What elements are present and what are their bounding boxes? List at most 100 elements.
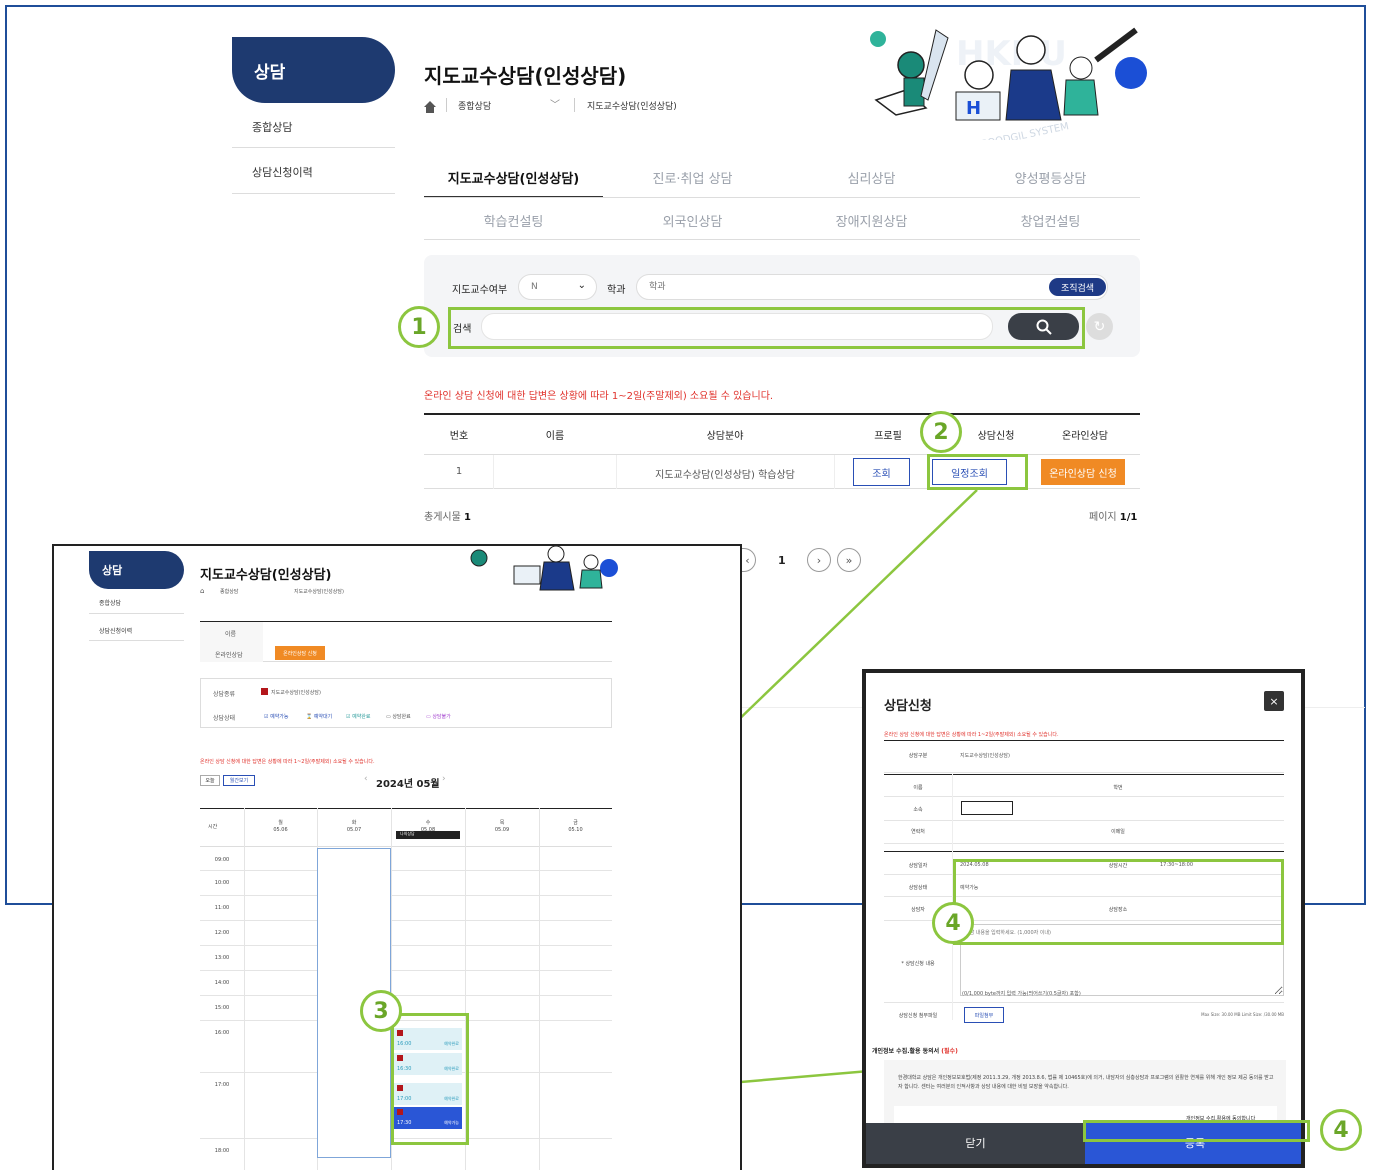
inset-sidebar-item[interactable]: 상담신청이력 xyxy=(99,626,132,635)
legend-unavailable: ▭ 상담불가 xyxy=(426,714,451,720)
calendar-row-line xyxy=(200,895,612,896)
calendar-time-header: 시간 xyxy=(208,824,218,830)
next-week-icon[interactable]: › xyxy=(442,774,446,784)
calendar-time-label: 09:00 xyxy=(214,857,230,863)
calendar-header-border xyxy=(200,846,612,847)
calendar-time-label: 18:00 xyxy=(214,1148,230,1154)
calendar-column-line xyxy=(244,808,245,1170)
inset-state-label: 상담상태 xyxy=(213,715,236,722)
privacy-title: 개인정보 수집.활용 동의서 (필수) xyxy=(872,1046,958,1055)
apply-modal: 상담신청 × 온라인 상담 신청에 대한 답변은 상황에 따라 1~2일(주말제… xyxy=(862,669,1305,1168)
calendar-time-label: 15:00 xyxy=(214,1005,230,1011)
legend-available: ☑ 예약가능 xyxy=(264,714,289,720)
form-row-line xyxy=(884,843,1284,844)
inset-info-table: 이름 온라인상담 온라인상담 신청 xyxy=(200,622,612,662)
legend-label: 예약가능 xyxy=(270,714,289,720)
form-row-line xyxy=(884,1002,1284,1003)
form-row-line xyxy=(884,851,1284,852)
legend-label: 예약대기 xyxy=(313,714,333,720)
calendar-row-line xyxy=(200,945,612,946)
modal-close-button[interactable]: 닫기 xyxy=(866,1123,1085,1164)
inset-kind-label: 상담종류 xyxy=(213,691,236,698)
highlight-box-4a xyxy=(953,859,1284,945)
inset-online-apply-button[interactable]: 온라인상담 신청 xyxy=(275,646,325,660)
legend-label: 예약완료 xyxy=(352,714,371,720)
legend-waiting: ⌛ 예약대기 xyxy=(306,714,333,720)
calendar-time-label: 17:00 xyxy=(214,1082,230,1088)
inset-page-title: 지도교수상담(인성상담) xyxy=(200,568,332,583)
type-label: 상담구분 xyxy=(908,753,928,759)
calendar-day-tag: 나의상담 xyxy=(396,831,460,839)
name-label: 이름 xyxy=(913,785,923,791)
legend-done: ▭ 상담완료 xyxy=(386,714,411,720)
modal-close-icon[interactable]: × xyxy=(1264,691,1284,711)
calendar-time-label: 14:00 xyxy=(214,980,230,986)
email-label: 이메일 xyxy=(1111,829,1125,835)
schedule-screen-inset: 상담 종합상담 상담신청이력 지도교수상담(인성상담) ⌂ 종합상담 지도교수상… xyxy=(52,544,742,1170)
legend-label: 상담불가 xyxy=(432,714,451,720)
form-row-line xyxy=(884,740,1284,741)
student-id-label: 학번 xyxy=(1113,785,1123,791)
inset-legend-box: 상담종류 지도교수상담(인성상담) 상담상태 ☑ 예약가능 ⌛ 예약대기 ☑ 예… xyxy=(200,678,612,728)
phone-label: 연락처 xyxy=(911,829,925,835)
legend-reserved: ☑ 예약완료 xyxy=(346,714,371,720)
step-marker-4b: 4 xyxy=(1320,1109,1362,1151)
calendar-day-header[interactable]: 금 05.10 xyxy=(539,820,612,833)
inset-sidebar-divider xyxy=(89,640,184,641)
kind-color-swatch xyxy=(261,688,268,695)
step-marker-3: 3 xyxy=(360,990,402,1032)
calendar-row-line xyxy=(200,920,612,921)
modal-notice: 온라인 상담 신청에 대한 답변은 상황에 따라 1~2일(주말제외) 소요될 … xyxy=(884,732,1059,738)
calendar-time-label: 12:00 xyxy=(214,930,230,936)
inset-name-label: 이름 xyxy=(225,631,237,638)
calendar-time-label: 10:00 xyxy=(214,880,230,886)
form-row-line xyxy=(884,796,1284,797)
file-label: 상담신청 첨부파일 xyxy=(898,1013,938,1019)
calendar-time-label: 11:00 xyxy=(214,905,230,911)
highlight-box-4b xyxy=(1083,1120,1310,1142)
calendar-day-header[interactable]: 목 05.09 xyxy=(465,820,539,833)
privacy-required: (필수) xyxy=(941,1048,958,1055)
inset-monthly-button[interactable]: 월간보기 xyxy=(223,775,255,786)
calendar-day-header[interactable]: 화 05.07 xyxy=(317,820,391,833)
content-counter: (0/1,000 byte까지 입력 가능(띄어쓰기(0.5글자) 포함) xyxy=(962,991,1081,997)
form-row-line xyxy=(884,772,1284,773)
inset-sidebar-item[interactable]: 종합상담 xyxy=(99,598,121,607)
calendar-time-label: 13:00 xyxy=(214,955,230,961)
inset-notice: 온라인 상담 신청에 대한 답변은 상황에 따라 1~2일(주말제외) 소요될 … xyxy=(200,759,375,765)
privacy-text: 한경대학교 상담은 개인정보보호법(제정 2011.3.29, 개정 2013.… xyxy=(898,1075,1274,1090)
form-row-line xyxy=(884,774,1284,775)
inset-month-label: 2024년 05월 xyxy=(376,779,440,790)
content-label: * 상담신청 내용 xyxy=(901,961,935,967)
modal-title: 상담신청 xyxy=(884,699,932,714)
inset-today-button[interactable]: 오늘 xyxy=(200,775,220,786)
inset-banner-illustration xyxy=(454,546,624,602)
inset-online-label: 온라인상담 xyxy=(215,652,243,659)
state-label: 상담상태 xyxy=(908,885,928,891)
dept-field[interactable] xyxy=(961,801,1013,815)
date-label: 상담일자 xyxy=(908,863,928,869)
calendar-top-border xyxy=(200,808,612,809)
form-row-line xyxy=(884,820,1284,821)
prev-week-icon[interactable]: ‹ xyxy=(364,774,368,784)
calendar-column-line xyxy=(539,808,540,1170)
calendar-time-label: 16:00 xyxy=(214,1030,230,1036)
calendar-row-line xyxy=(200,870,612,871)
highlight-box-3 xyxy=(391,1013,469,1145)
file-attach-button[interactable]: 파일첨부 xyxy=(964,1007,1004,1023)
calendar-row-line xyxy=(200,995,612,996)
inset-sidebar-title-text: 상담 xyxy=(102,564,123,577)
step-marker-4a: 4 xyxy=(932,902,974,944)
calendar-row-line xyxy=(200,970,612,971)
privacy-title-text: 개인정보 수집.활용 동의서 xyxy=(872,1048,940,1055)
type-value: 지도교수상담(인성상담) xyxy=(960,753,1010,759)
inset-breadcrumb[interactable]: 종합상담 xyxy=(220,588,238,595)
legend-label: 상담완료 xyxy=(392,714,411,720)
file-limit: Max Size: 30.00 MB Limit Size: /30.00 MB xyxy=(1201,1012,1284,1017)
calendar-day-header[interactable]: 월 05.06 xyxy=(244,820,317,833)
inset-sidebar-title: 상담 xyxy=(89,551,184,589)
home-icon[interactable]: ⌂ xyxy=(200,587,204,595)
inset-kind-value: 지도교수상담(인성상담) xyxy=(271,690,321,696)
inset-breadcrumb-current: 지도교수상담(인성상담) xyxy=(294,589,344,595)
inset-sidebar-divider xyxy=(89,613,184,614)
